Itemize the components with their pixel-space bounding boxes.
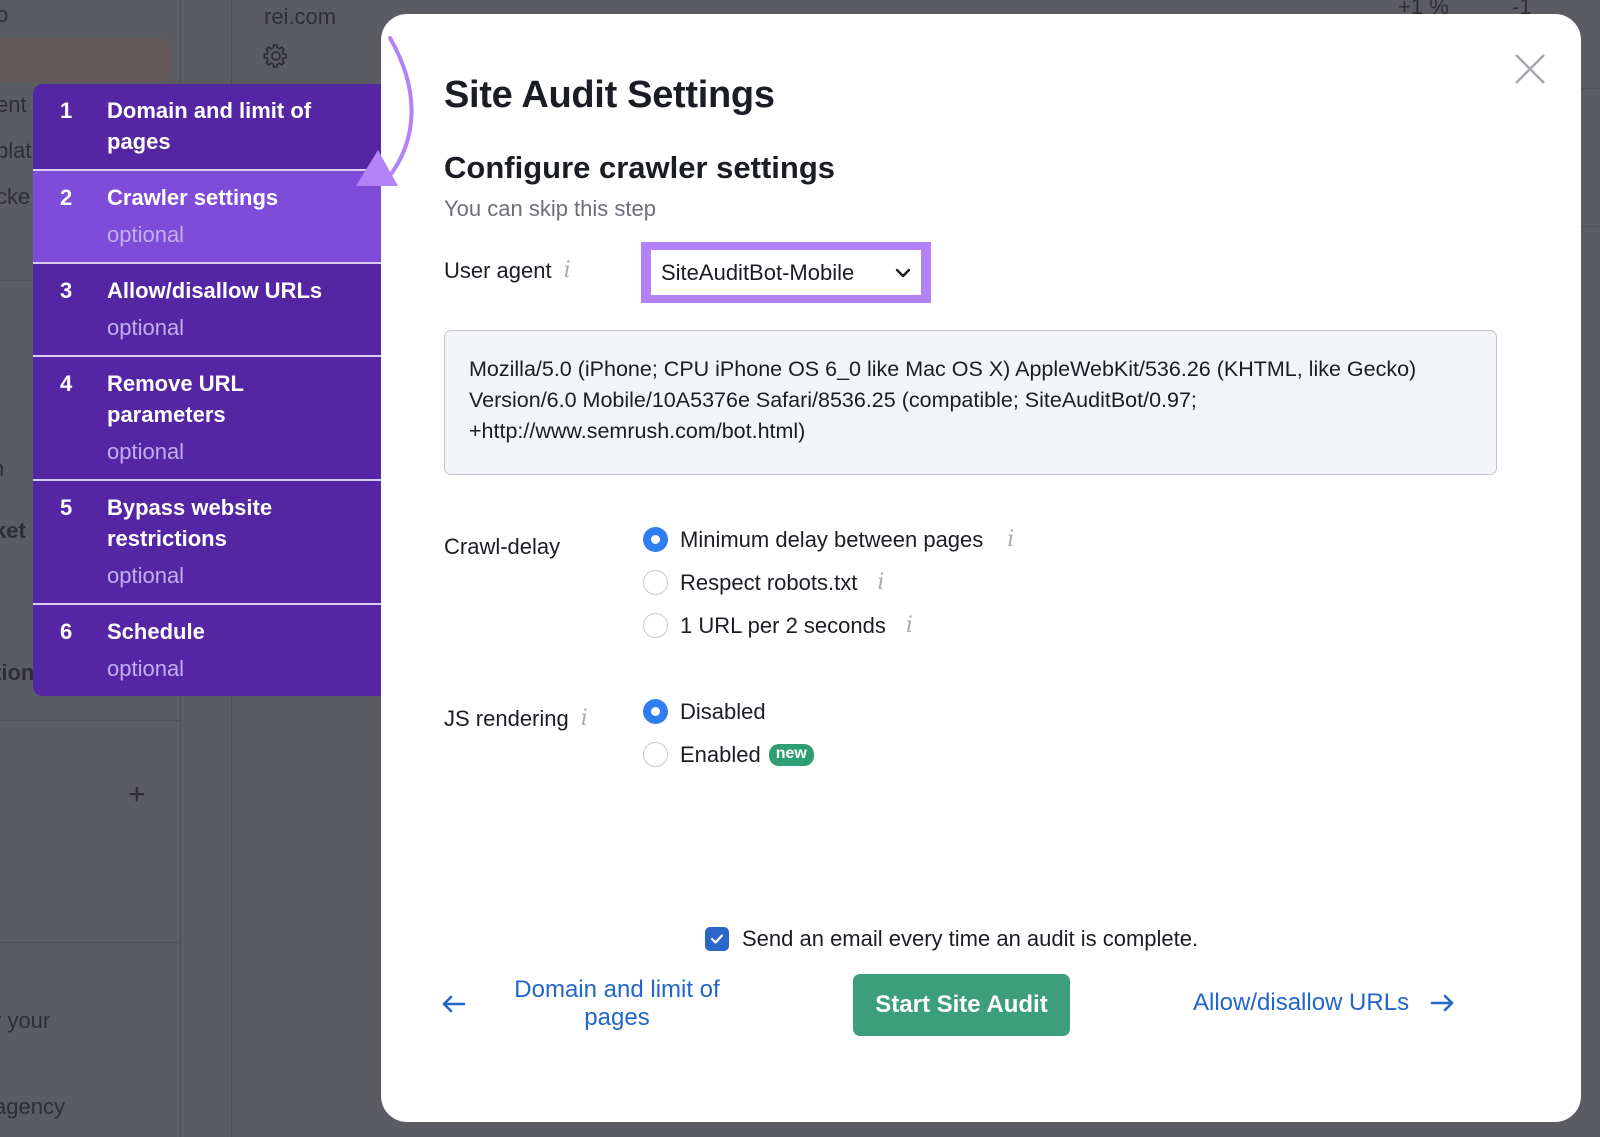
annotation-arrow-icon bbox=[356, 36, 414, 186]
radio-label: Respect robots.txt bbox=[680, 569, 858, 595]
js-rendering-label-row: JS rendering i bbox=[444, 706, 588, 732]
bg-fragment: tion bbox=[0, 660, 35, 685]
radio-label: 1 URL per 2 seconds bbox=[680, 612, 886, 638]
new-badge: new bbox=[768, 743, 814, 766]
step-subtitle: optional bbox=[107, 563, 185, 588]
step-number: 1 bbox=[60, 98, 73, 123]
bg-row-divider bbox=[0, 942, 180, 943]
crawl-delay-options: Minimum delay between pages i Respect ro… bbox=[643, 518, 1014, 647]
js-rendering-option-enabled[interactable]: Enabled new bbox=[643, 733, 814, 776]
radio-label: Minimum delay between pages bbox=[680, 526, 984, 552]
user-agent-select[interactable]: SiteAuditBot-Mobile bbox=[651, 250, 921, 295]
step-title: Bypass website restrictions bbox=[107, 495, 273, 551]
js-rendering-options: Disabled Enabled new bbox=[643, 690, 814, 776]
arrow-left-icon bbox=[442, 995, 466, 1013]
step-title: Crawler settings bbox=[107, 185, 279, 210]
step-allow-disallow-urls[interactable]: 3 Allow/disallow URLs optional bbox=[33, 262, 381, 355]
bg-fragment: ket bbox=[0, 518, 26, 543]
back-to-domain-link[interactable]: Domain and limit of pages bbox=[441, 976, 733, 1032]
modal-title: Site Audit Settings bbox=[444, 74, 775, 116]
bg-fragment: n bbox=[0, 456, 4, 482]
checkmark-icon bbox=[710, 934, 724, 944]
next-allow-disallow-link[interactable]: Allow/disallow URLs bbox=[1193, 989, 1455, 1017]
info-icon[interactable]: i bbox=[564, 260, 571, 282]
crawl-delay-option-1-url-per-2s[interactable]: 1 URL per 2 seconds i bbox=[643, 604, 1014, 647]
step-number: 4 bbox=[60, 371, 73, 396]
radio-label: Enabled bbox=[680, 741, 761, 767]
step-bypass-website-restrictions[interactable]: 5 Bypass website restrictions optional bbox=[33, 479, 381, 603]
radio-selected[interactable] bbox=[643, 699, 668, 724]
step-number: 2 bbox=[60, 185, 73, 210]
bg-row-divider bbox=[0, 720, 180, 721]
arrow-right-icon bbox=[1430, 994, 1454, 1012]
step-number: 5 bbox=[60, 495, 73, 520]
back-link-label: Domain and limit of pages bbox=[514, 976, 720, 1031]
bg-fragment: plat bbox=[0, 138, 32, 163]
info-icon[interactable]: i bbox=[877, 571, 884, 594]
user-agent-label-row: User agent i bbox=[444, 258, 571, 284]
bg-fragment: ent bbox=[0, 92, 27, 117]
section-title: Configure crawler settings bbox=[444, 150, 836, 185]
js-rendering-option-disabled[interactable]: Disabled bbox=[643, 690, 814, 733]
step-crawler-settings[interactable]: 2 Crawler settings optional bbox=[33, 169, 381, 262]
bg-domain-text: rei.com bbox=[264, 4, 337, 29]
step-title: Schedule bbox=[107, 619, 205, 644]
bg-fragment: agency bbox=[0, 1094, 65, 1119]
radio-unselected[interactable] bbox=[643, 742, 668, 767]
info-icon[interactable]: i bbox=[1007, 528, 1014, 551]
crawl-delay-label-text: Crawl-delay bbox=[444, 534, 561, 559]
user-agent-label: User agent bbox=[444, 258, 552, 283]
email-notification-row: Send an email every time an audit is com… bbox=[705, 926, 1198, 952]
step-title: Allow/disallow URLs bbox=[107, 278, 323, 303]
crawl-delay-label: Crawl-delay bbox=[444, 534, 560, 560]
step-number: 3 bbox=[60, 278, 73, 303]
bg-fragment: cke bbox=[0, 184, 31, 209]
close-icon[interactable] bbox=[1513, 52, 1547, 86]
chevron-down-icon bbox=[895, 268, 911, 277]
crawl-delay-option-robots[interactable]: Respect robots.txt i bbox=[643, 561, 1014, 604]
bg-highlight-pill bbox=[0, 38, 172, 82]
step-subtitle: optional bbox=[107, 315, 185, 340]
bg-fragment: r your bbox=[0, 1008, 51, 1033]
bg-fragment: o bbox=[0, 2, 9, 27]
section-subtitle: You can skip this step bbox=[444, 196, 656, 221]
info-icon[interactable]: i bbox=[581, 708, 588, 730]
info-icon[interactable]: i bbox=[906, 614, 913, 637]
site-audit-settings-modal: Site Audit Settings Configure crawler se… bbox=[381, 14, 1581, 1122]
step-subtitle: optional bbox=[107, 222, 185, 247]
email-notification-checkbox[interactable] bbox=[705, 927, 729, 951]
radio-unselected[interactable] bbox=[643, 570, 668, 595]
gear-icon bbox=[263, 44, 287, 68]
step-schedule[interactable]: 6 Schedule optional bbox=[33, 603, 381, 696]
step-subtitle: optional bbox=[107, 656, 185, 681]
radio-selected[interactable] bbox=[643, 527, 668, 552]
start-site-audit-button[interactable]: Start Site Audit bbox=[853, 974, 1070, 1036]
step-number: 6 bbox=[60, 619, 73, 644]
step-remove-url-parameters[interactable]: 4 Remove URL parameters optional bbox=[33, 355, 381, 479]
radio-unselected[interactable] bbox=[643, 613, 668, 638]
js-rendering-label: JS rendering bbox=[444, 706, 569, 731]
step-domain-and-limit[interactable]: 1 Domain and limit of pages bbox=[33, 84, 381, 169]
next-link-label: Allow/disallow URLs bbox=[1193, 989, 1410, 1016]
user-agent-string: Mozilla/5.0 (iPhone; CPU iPhone OS 6_0 l… bbox=[444, 330, 1497, 475]
user-agent-highlight: SiteAuditBot-Mobile bbox=[641, 242, 931, 303]
settings-steps-nav: 1 Domain and limit of pages 2 Crawler se… bbox=[33, 84, 381, 696]
plus-icon: + bbox=[128, 778, 146, 811]
step-title: Remove URL parameters bbox=[107, 371, 244, 427]
crawl-delay-option-minimum[interactable]: Minimum delay between pages i bbox=[643, 518, 1014, 561]
step-subtitle: optional bbox=[107, 439, 185, 464]
radio-label: Disabled bbox=[680, 698, 766, 724]
step-title: Domain and limit of pages bbox=[107, 98, 312, 154]
email-notification-label: Send an email every time an audit is com… bbox=[742, 926, 1199, 951]
user-agent-selected-value: SiteAuditBot-Mobile bbox=[661, 259, 855, 285]
